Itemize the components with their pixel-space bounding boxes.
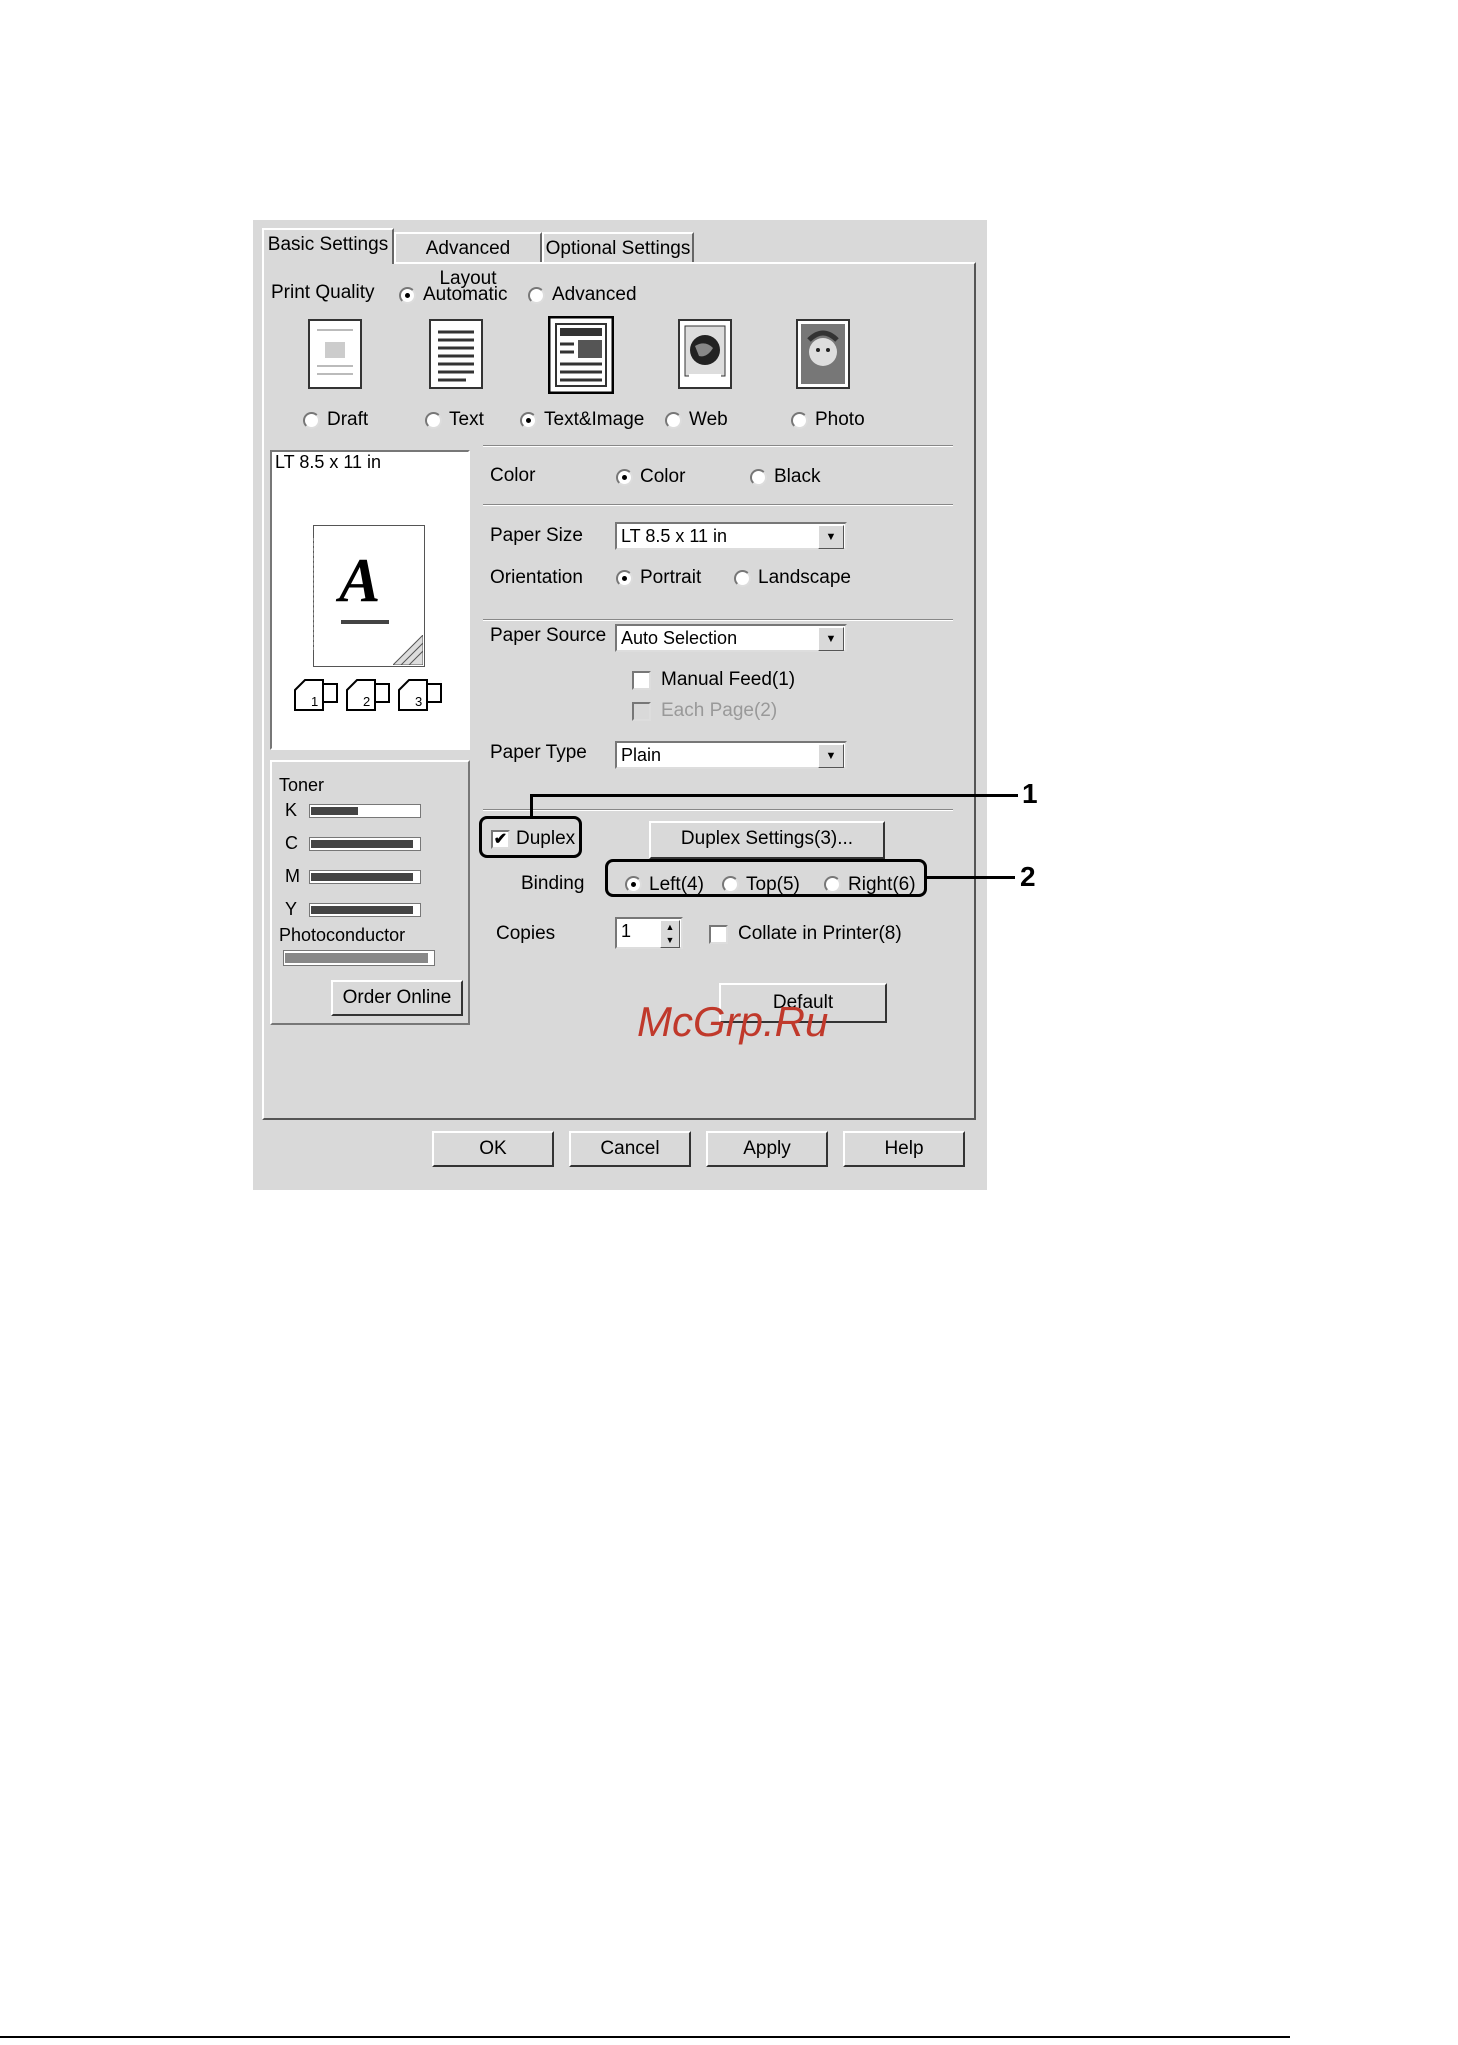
toner-m-label: M	[285, 866, 300, 886]
web-label[interactable]: Web	[689, 409, 728, 431]
photo-portrait-icon[interactable]	[793, 318, 853, 390]
manual-feed-checkbox[interactable]	[632, 671, 651, 690]
toner-k-bar	[309, 804, 421, 818]
tab-basic-settings[interactable]: Basic Settings	[262, 228, 394, 264]
binding-callout-box	[605, 859, 927, 897]
toner-c-bar	[309, 837, 421, 851]
help-button[interactable]: Help	[843, 1131, 965, 1167]
paper-source-value: Auto Selection	[621, 628, 738, 648]
apply-button[interactable]: Apply	[706, 1131, 828, 1167]
black-radio[interactable]	[750, 469, 767, 486]
duplex-callout-box	[479, 816, 582, 858]
separator	[483, 445, 953, 447]
color-label: Color	[490, 465, 536, 486]
tab-optional-settings[interactable]: Optional Settings	[542, 232, 694, 262]
toner-label: Toner	[279, 775, 325, 795]
collate-checkbox[interactable]	[709, 925, 728, 944]
text-label[interactable]: Text	[449, 409, 484, 431]
paper-source-select[interactable]: Auto Selection ▼	[615, 624, 847, 652]
advanced-radio[interactable]	[528, 287, 545, 304]
preview-letter: A	[339, 547, 381, 615]
chevron-down-icon[interactable]: ▼	[818, 525, 844, 549]
binding-label: Binding	[521, 873, 585, 894]
copies-stepper[interactable]: 1 ▲ ▼	[615, 917, 683, 949]
color-option-label[interactable]: Color	[640, 466, 685, 488]
callout-2-leader	[927, 876, 1015, 879]
color-radio[interactable]	[616, 469, 633, 486]
automatic-label[interactable]: Automatic	[423, 284, 507, 306]
advanced-label[interactable]: Advanced	[552, 284, 637, 306]
chevron-down-icon[interactable]: ▼	[818, 744, 844, 768]
copy-1-number: 1	[311, 694, 319, 709]
chevron-down-icon[interactable]: ▼	[818, 627, 844, 651]
landscape-radio[interactable]	[734, 570, 751, 587]
toner-y-label: Y	[285, 899, 298, 919]
toner-c-label: C	[285, 833, 298, 853]
paper-size-select[interactable]: LT 8.5 x 11 in ▼	[615, 522, 847, 550]
toner-y-bar	[309, 903, 421, 917]
text-image-radio[interactable]	[520, 412, 537, 429]
paper-size-label: Paper Size	[490, 525, 583, 546]
page-bottom-rule	[0, 2036, 1290, 2038]
manual-feed-label[interactable]: Manual Feed(1)	[661, 669, 795, 691]
text-radio[interactable]	[425, 412, 442, 429]
paper-size-value: LT 8.5 x 11 in	[621, 526, 728, 546]
photoconductor-bar	[283, 950, 435, 966]
landscape-label[interactable]: Landscape	[758, 567, 851, 589]
callout-1-leader-vertical	[530, 794, 533, 817]
draft-document-icon[interactable]	[305, 318, 365, 390]
ok-button[interactable]: OK	[432, 1131, 554, 1167]
portrait-radio[interactable]	[616, 570, 633, 587]
print-quality-label: Print Quality	[271, 282, 375, 303]
copy-3-number: 3	[415, 694, 423, 709]
order-online-button[interactable]: Order Online	[331, 980, 463, 1016]
preview-text-line	[341, 620, 389, 624]
toner-k-label: K	[285, 800, 298, 820]
each-page-checkbox[interactable]	[632, 702, 651, 721]
callout-2-number: 2	[1020, 861, 1036, 892]
web-radio[interactable]	[665, 412, 682, 429]
printer-properties-dialog: Basic Settings Advanced Layout Optional …	[253, 220, 987, 1190]
text-image-label[interactable]: Text&Image	[544, 409, 644, 431]
separator	[483, 619, 953, 621]
copy-2-number: 2	[363, 694, 371, 709]
paper-type-label: Paper Type	[490, 742, 587, 763]
photo-radio[interactable]	[791, 412, 808, 429]
cancel-button[interactable]: Cancel	[569, 1131, 691, 1167]
draft-radio[interactable]	[303, 412, 320, 429]
separator	[483, 504, 953, 506]
paper-type-value: Plain	[621, 745, 662, 765]
preview-binding-line	[313, 538, 315, 650]
copies-value: 1	[621, 921, 632, 941]
photo-label[interactable]: Photo	[815, 409, 865, 431]
text-document-icon[interactable]	[426, 318, 486, 390]
tab-advanced-layout[interactable]: Advanced Layout	[394, 232, 542, 289]
web-globe-icon[interactable]	[675, 318, 735, 390]
text-image-document-icon[interactable]	[548, 316, 614, 394]
duplex-settings-button[interactable]: Duplex Settings(3)...	[649, 821, 885, 859]
black-option-label[interactable]: Black	[774, 466, 820, 488]
paper-type-select[interactable]: Plain ▼	[615, 741, 847, 769]
watermark-text: McGrp.Ru	[637, 998, 829, 1045]
spin-arrows-icon[interactable]: ▲ ▼	[660, 920, 680, 948]
page-curl-icon	[393, 635, 423, 665]
callout-1-number: 1	[1022, 778, 1038, 809]
callout-1-leader-horizontal	[530, 794, 1018, 797]
each-page-label: Each Page(2)	[661, 700, 778, 721]
preview-paper-size: LT 8.5 x 11 in	[275, 452, 382, 472]
toner-m-bar	[309, 870, 421, 884]
portrait-label[interactable]: Portrait	[640, 567, 701, 589]
collate-label[interactable]: Collate in Printer(8)	[738, 923, 902, 945]
draft-label[interactable]: Draft	[327, 409, 368, 431]
automatic-radio[interactable]	[399, 287, 416, 304]
copies-label: Copies	[496, 923, 556, 944]
orientation-label: Orientation	[490, 567, 583, 588]
photoconductor-label: Photoconductor	[279, 925, 406, 945]
paper-source-label: Paper Source	[490, 625, 607, 646]
separator	[483, 809, 953, 811]
